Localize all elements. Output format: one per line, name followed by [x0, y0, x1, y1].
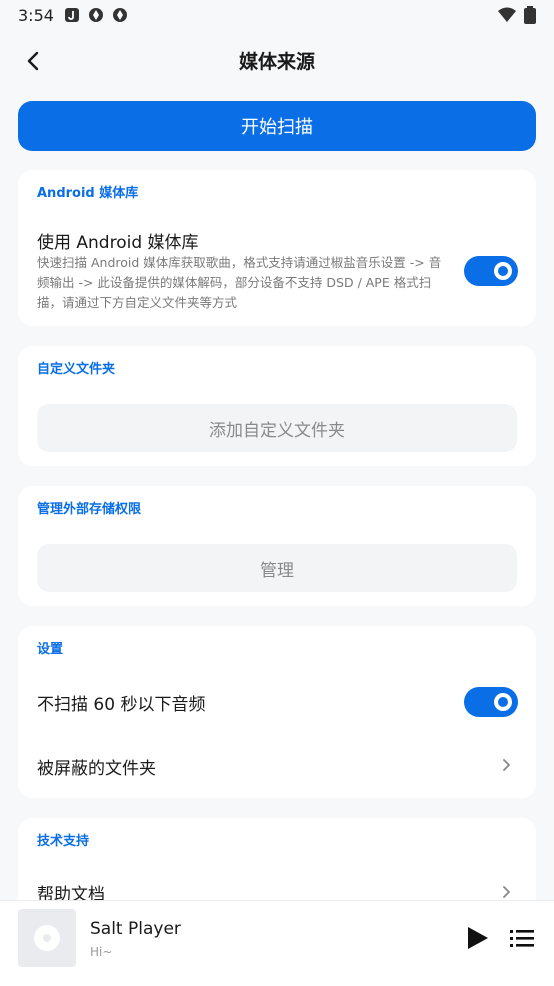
playlist-icon[interactable]	[510, 927, 534, 949]
use-android-library-desc: 快速扫描 Android 媒体库获取歌曲，格式支持请通过椒盐音乐设置 -> 音频…	[37, 255, 442, 310]
status-time: 3:54	[18, 5, 54, 25]
use-android-library-toggle[interactable]	[464, 256, 518, 286]
chevron-right-icon	[503, 759, 510, 771]
manage-storage-button[interactable]: 管理	[37, 544, 517, 592]
sync-notification-icon-2	[112, 8, 127, 22]
custom-folder-card: 自定义文件夹 添加自定义文件夹	[18, 346, 536, 466]
skip-short-audio-row[interactable]: 不扫描 60 秒以下音频	[18, 670, 536, 734]
back-button[interactable]	[18, 46, 48, 76]
page-title: 媒体来源	[238, 50, 315, 73]
player-title: Salt Player	[90, 919, 181, 939]
blocked-folders-label: 被屏蔽的文件夹	[37, 759, 156, 779]
chevron-right-icon	[503, 886, 510, 898]
settings-card: 设置 不扫描 60 秒以下音频 被屏蔽的文件夹	[18, 626, 536, 798]
blocked-folders-row[interactable]: 被屏蔽的文件夹	[18, 736, 536, 794]
sync-notification-icon	[88, 8, 103, 22]
section-title-tech-support: 技术支持	[37, 834, 90, 849]
external-storage-card: 管理外部存储权限 管理	[18, 486, 536, 606]
android-library-card: Android 媒体库 使用 Android 媒体库 快速扫描 Android …	[18, 170, 536, 326]
play-icon[interactable]	[464, 925, 490, 951]
section-title-settings: 设置	[37, 642, 64, 657]
section-title-android-library: Android 媒体库	[37, 186, 139, 201]
section-title-external-storage: 管理外部存储权限	[37, 502, 142, 517]
skip-short-audio-label: 不扫描 60 秒以下音频	[37, 695, 206, 715]
section-title-custom-folder: 自定义文件夹	[37, 362, 116, 377]
back-arrow-icon	[27, 51, 39, 71]
player-subtitle: Hi~	[90, 945, 113, 959]
use-android-library-label: 使用 Android 媒体库	[37, 233, 199, 253]
app-bar: 媒体来源	[0, 36, 554, 84]
battery-icon	[524, 6, 536, 24]
album-cover[interactable]	[18, 909, 76, 967]
status-bar: 3:54	[0, 0, 554, 30]
skip-short-audio-toggle[interactable]	[464, 687, 518, 717]
mini-player[interactable]: Salt Player Hi~	[0, 900, 554, 986]
toggle-knob	[494, 262, 512, 280]
app-notification-icon	[64, 8, 79, 22]
toggle-knob	[494, 693, 512, 711]
start-scan-button[interactable]: 开始扫描	[18, 101, 536, 151]
wifi-icon	[498, 7, 516, 22]
add-custom-folder-button[interactable]: 添加自定义文件夹	[37, 404, 517, 452]
disc-icon	[34, 925, 60, 951]
